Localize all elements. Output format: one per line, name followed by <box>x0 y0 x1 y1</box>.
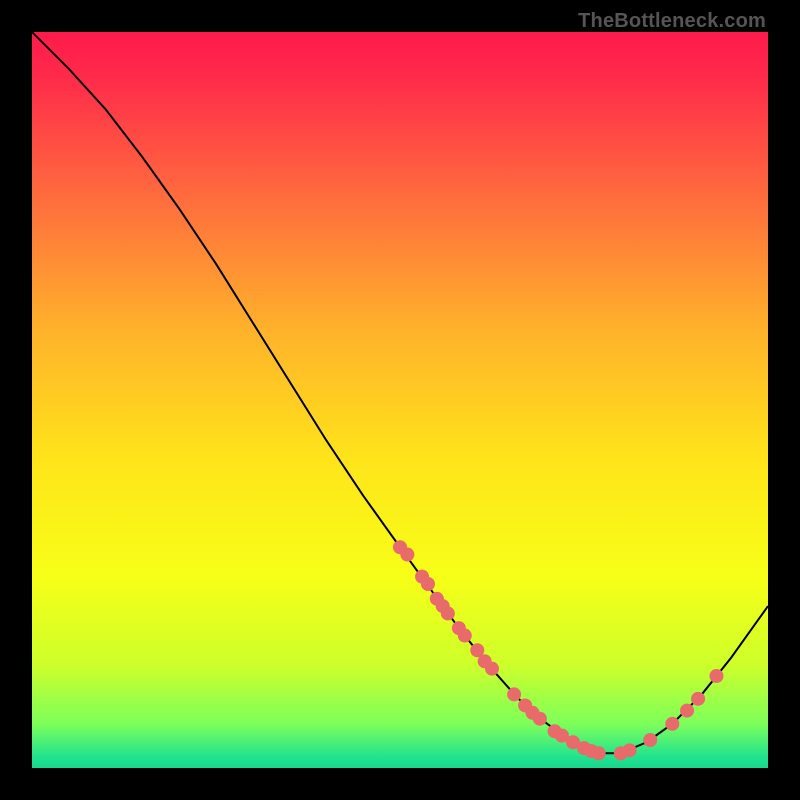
scatter-point <box>421 577 435 591</box>
scatter-point <box>592 746 606 760</box>
scatter-point <box>680 704 694 718</box>
plot-overlay <box>32 32 768 768</box>
scatter-point <box>441 606 455 620</box>
scatter-points <box>393 540 723 760</box>
scatter-point <box>665 717 679 731</box>
scatter-point <box>623 743 637 757</box>
scatter-point <box>691 692 705 706</box>
curve-line <box>32 32 768 753</box>
scatter-point <box>643 733 657 747</box>
scatter-point <box>458 629 472 643</box>
watermark-text: TheBottleneck.com <box>578 10 766 33</box>
scatter-point <box>533 712 547 726</box>
scatter-point <box>400 548 414 562</box>
scatter-point <box>507 687 521 701</box>
plot-area <box>32 32 768 768</box>
scatter-point <box>709 669 723 683</box>
scatter-point <box>485 662 499 676</box>
chart-container: TheBottleneck.com <box>0 0 800 800</box>
